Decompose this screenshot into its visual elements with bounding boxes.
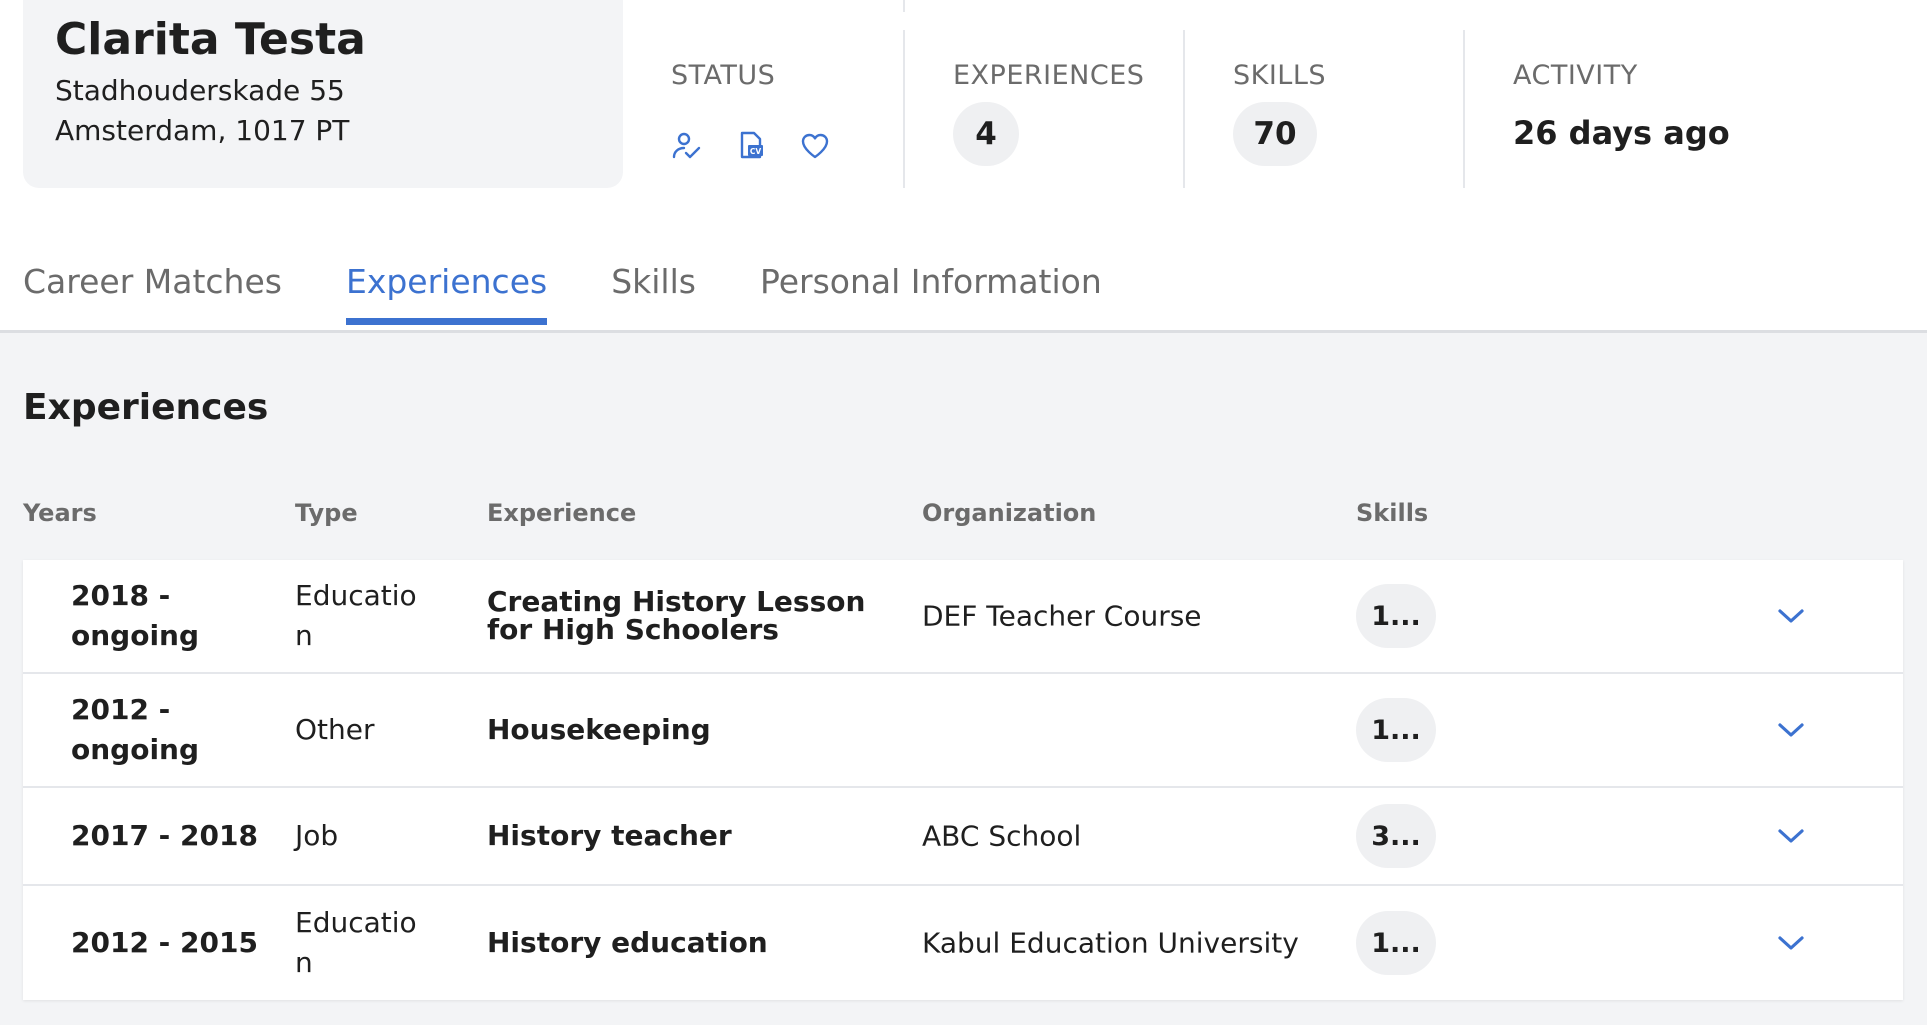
row-years: 2012 - 2015: [71, 926, 258, 959]
skills-label: SKILLS: [1233, 60, 1327, 91]
stat-divider: [903, 30, 905, 188]
row-years: 2018 - ongoing: [71, 579, 200, 652]
table-row[interactable]: 2017 - 2018 Job History teacher ABC Scho…: [23, 788, 1903, 886]
status-stat: STATUS CV: [671, 30, 901, 188]
skills-count-badge: 70: [1233, 102, 1317, 166]
chevron-down-icon[interactable]: [1771, 923, 1811, 963]
section-title: Experiences: [23, 387, 269, 428]
column-header-type: Type: [295, 499, 358, 527]
experiences-stat: EXPERIENCES 4: [953, 30, 1173, 188]
stat-divider: [1463, 30, 1465, 188]
profile-address: Stadhouderskade 55: [55, 74, 345, 107]
experiences-table: 2018 - ongoing Education Creating Histor…: [23, 560, 1903, 1000]
row-type: Education: [295, 579, 417, 652]
row-years: 2012 - ongoing: [71, 693, 200, 766]
table-row[interactable]: 2012 - 2015 Education History education …: [23, 886, 1903, 1000]
column-header-skills: Skills: [1356, 499, 1429, 527]
tab-bar: Career Matches Experiences Skills Person…: [23, 262, 1102, 325]
table-row[interactable]: 2012 - ongoing Other Housekeeping 1...: [23, 674, 1903, 788]
row-skills-badge[interactable]: 1...: [1356, 911, 1436, 975]
status-icons: CV: [671, 130, 831, 162]
row-experience: Housekeeping: [487, 713, 711, 746]
experiences-panel: Experiences Years Type Experience Organi…: [0, 333, 1927, 1025]
row-experience: History education: [487, 926, 768, 959]
stat-divider: [1183, 30, 1185, 188]
cv-document-icon[interactable]: CV: [735, 130, 767, 162]
row-skills-badge[interactable]: 1...: [1356, 698, 1436, 762]
user-check-icon[interactable]: [671, 130, 703, 162]
table-row[interactable]: 2018 - ongoing Education Creating Histor…: [23, 560, 1903, 674]
row-experience: History teacher: [487, 819, 732, 852]
status-label: STATUS: [671, 60, 776, 91]
row-skills-badge[interactable]: 1...: [1356, 584, 1436, 648]
tab-personal-information[interactable]: Personal Information: [760, 262, 1102, 325]
row-type: Education: [295, 906, 417, 979]
skills-stat: SKILLS 70: [1233, 30, 1453, 188]
row-type: Other: [295, 713, 375, 746]
row-years: 2017 - 2018: [71, 819, 258, 852]
tab-experiences[interactable]: Experiences: [345, 262, 548, 325]
activity-stat: ACTIVITY 26 days ago: [1513, 30, 1893, 188]
row-type: Job: [295, 819, 339, 852]
column-header-experience: Experience: [487, 499, 637, 527]
chevron-down-icon[interactable]: [1771, 816, 1811, 856]
row-organization: Kabul Education University: [922, 926, 1299, 960]
experiences-count-badge: 4: [953, 102, 1019, 166]
row-experience: Creating History Lesson for High Schoole…: [487, 585, 866, 646]
activity-value: 26 days ago: [1513, 114, 1730, 152]
profile-city: Amsterdam, 1017 PT: [55, 114, 350, 147]
divider: [903, 0, 905, 12]
chevron-down-icon[interactable]: [1771, 596, 1811, 636]
column-header-organization: Organization: [922, 499, 1097, 527]
profile-card: Clarita Testa Stadhouderskade 55 Amsterd…: [23, 0, 623, 188]
row-organization: ABC School: [922, 819, 1082, 853]
column-header-years: Years: [23, 499, 97, 527]
profile-header: Clarita Testa Stadhouderskade 55 Amsterd…: [0, 0, 1927, 330]
tab-skills[interactable]: Skills: [611, 262, 696, 325]
heart-icon[interactable]: [799, 130, 831, 162]
svg-text:CV: CV: [750, 147, 762, 156]
chevron-down-icon[interactable]: [1771, 710, 1811, 750]
activity-label: ACTIVITY: [1513, 60, 1638, 91]
tab-career-matches[interactable]: Career Matches: [23, 262, 282, 325]
experiences-label: EXPERIENCES: [953, 60, 1145, 91]
profile-name: Clarita Testa: [55, 14, 366, 65]
row-organization: DEF Teacher Course: [922, 599, 1202, 633]
row-skills-badge[interactable]: 3...: [1356, 804, 1436, 868]
